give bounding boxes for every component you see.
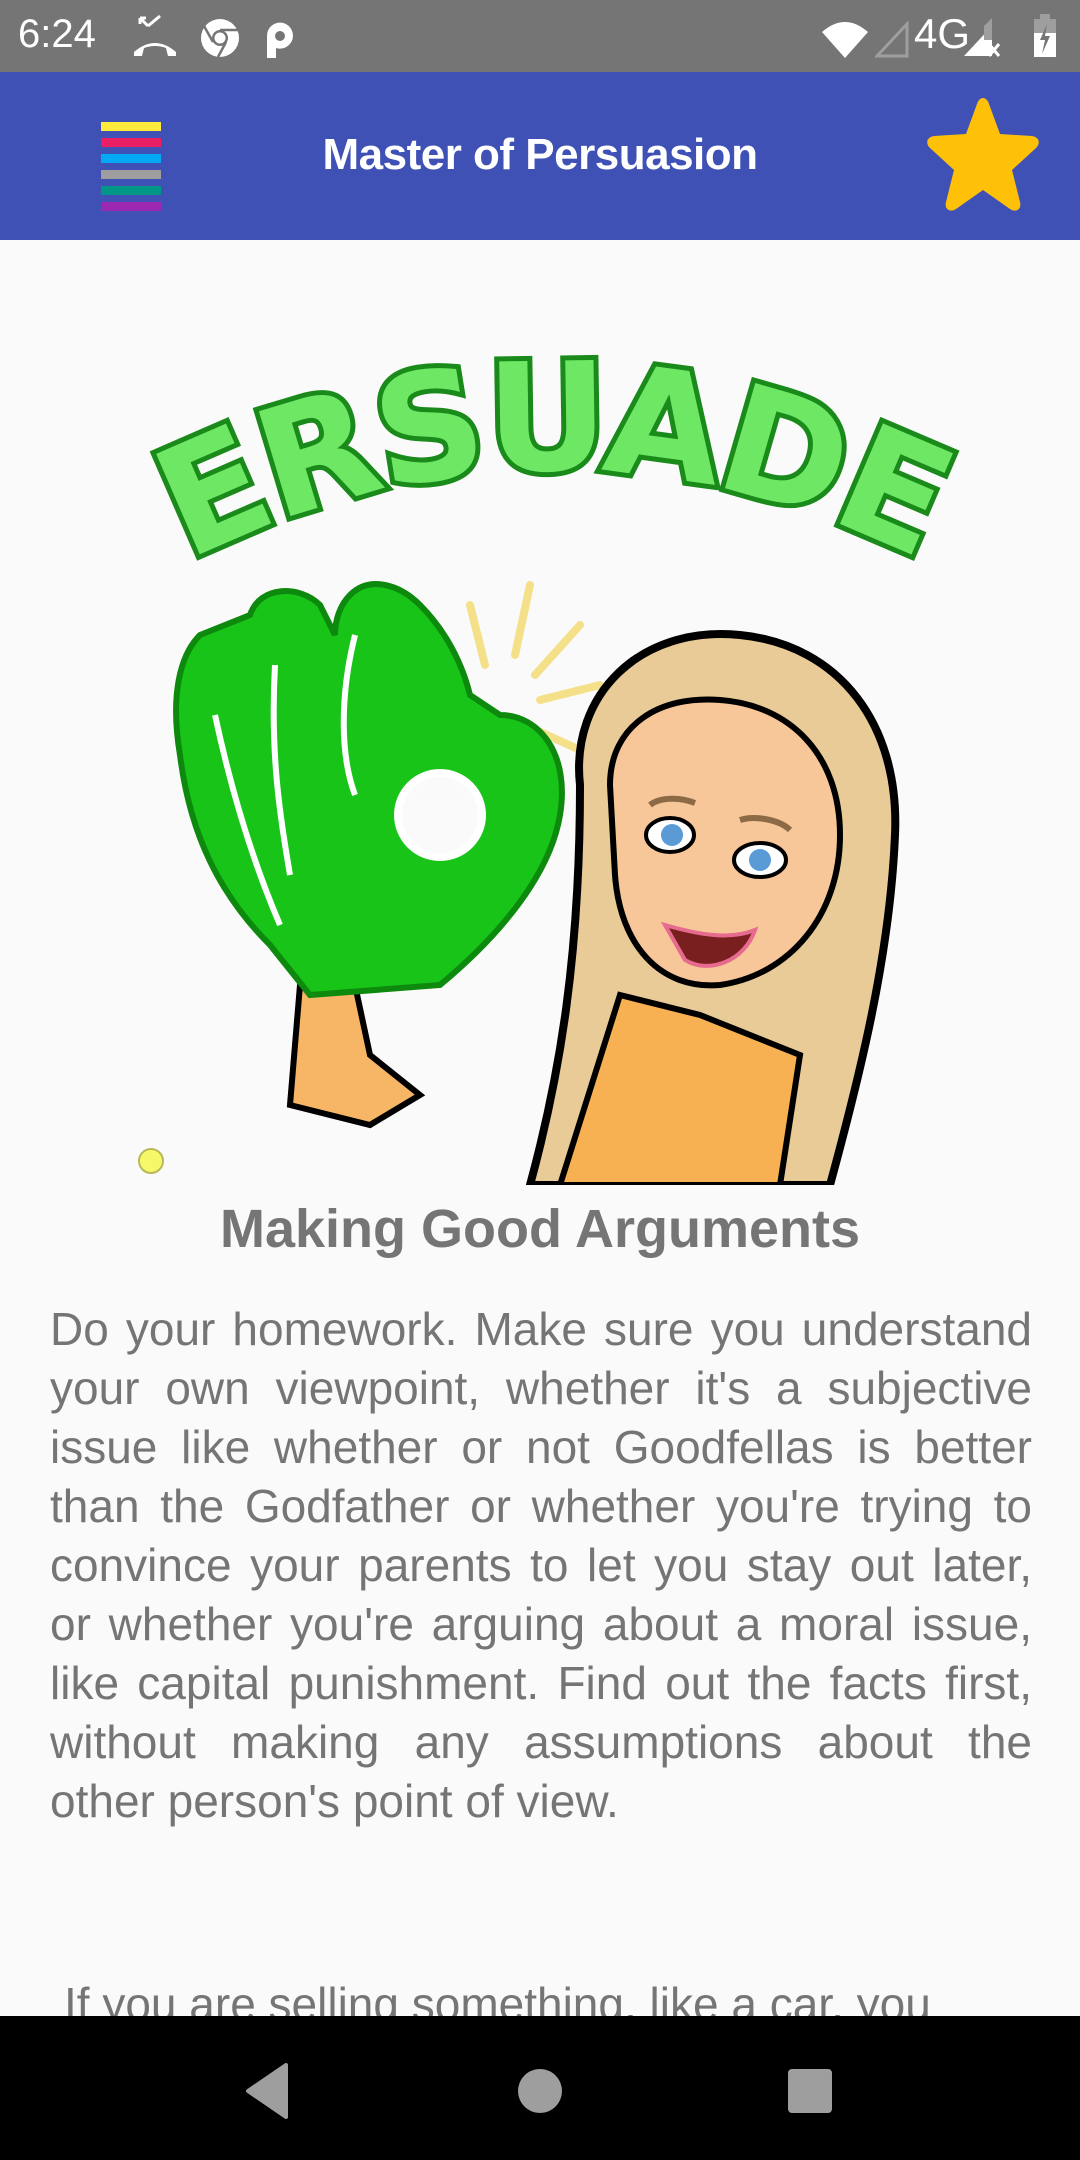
persuader-banner-text: PERSUADER (140, 335, 970, 598)
navigation-bar (0, 2016, 1080, 2160)
back-icon[interactable] (238, 2061, 298, 2121)
signal-empty-icon (875, 20, 909, 58)
section-title: Making Good Arguments (219, 1199, 860, 1259)
body-paragraph: Do your homework. Make sure you understa… (50, 1303, 1032, 1827)
svg-text:PERSUADER: PERSUADER (140, 335, 970, 593)
missed-call-icon (134, 14, 176, 56)
persuader-bitmoji-illustration: PERSUADER (140, 335, 970, 1185)
star-icon[interactable] (918, 92, 1048, 222)
battery-charging-icon (1034, 14, 1056, 57)
body-paragraph: If you are selling something, like a car… (64, 1978, 931, 2016)
wifi-icon (822, 22, 868, 58)
status-bar: 6:24 4G (0, 0, 1080, 72)
touch-indicator (138, 1148, 164, 1174)
recents-icon[interactable] (780, 2061, 840, 2121)
home-icon[interactable] (510, 2061, 570, 2121)
chrome-icon (201, 19, 239, 58)
status-time: 6:24 (18, 12, 96, 56)
app-bar: Master of Persuasion (0, 72, 1080, 240)
signal-no-sim-icon (964, 18, 1001, 57)
content-scroll[interactable]: PERSUADER Making Good Arguments (0, 240, 1080, 2016)
parking-app-icon (266, 22, 293, 58)
